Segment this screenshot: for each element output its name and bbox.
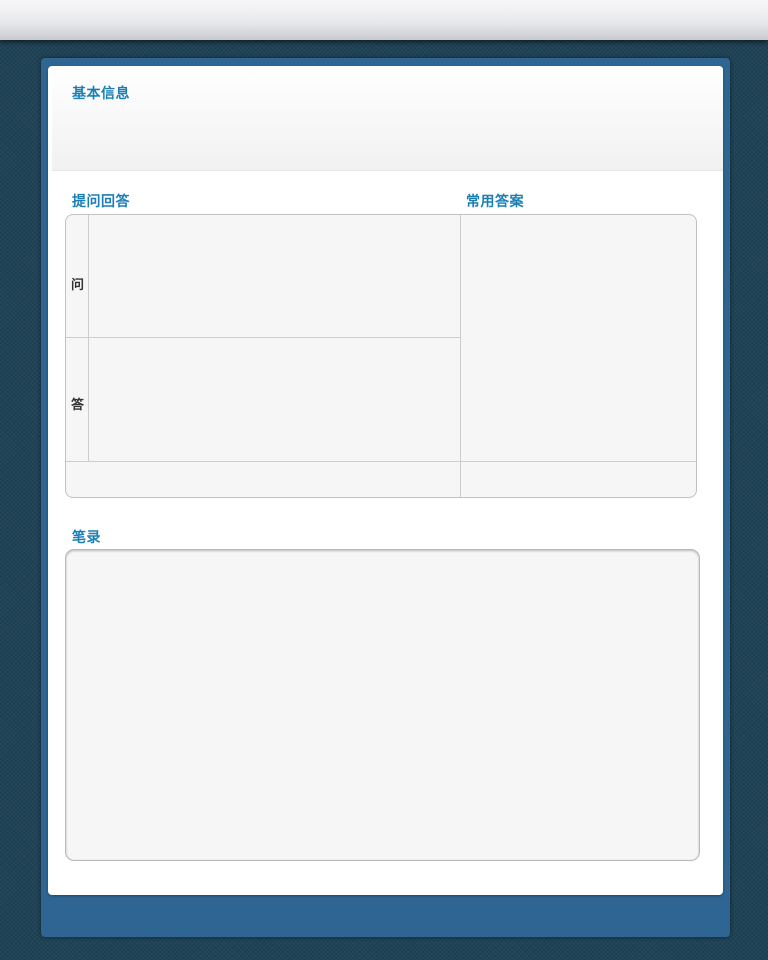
qa-panel: 问 答 [65,214,697,498]
notes-title: 笔录 [72,530,101,546]
basic-info-section [52,66,723,171]
notes-textarea[interactable] [65,549,700,861]
top-toolbar [0,0,768,40]
basic-info-title: 基本信息 [72,86,130,102]
question-field[interactable] [89,215,460,337]
answer-field[interactable] [89,338,460,461]
form-card: 基本信息 提问回答 常用答案 问 答 笔录 [48,66,723,895]
common-answers-title: 常用答案 [466,194,524,210]
answer-label: 答 [70,398,84,413]
common-answers-footer-bar [461,462,696,497]
question-label: 问 [70,278,84,293]
qa-footer-bar [66,462,460,497]
qa-section-title: 提问回答 [72,194,130,210]
common-answers-list[interactable] [461,215,696,461]
